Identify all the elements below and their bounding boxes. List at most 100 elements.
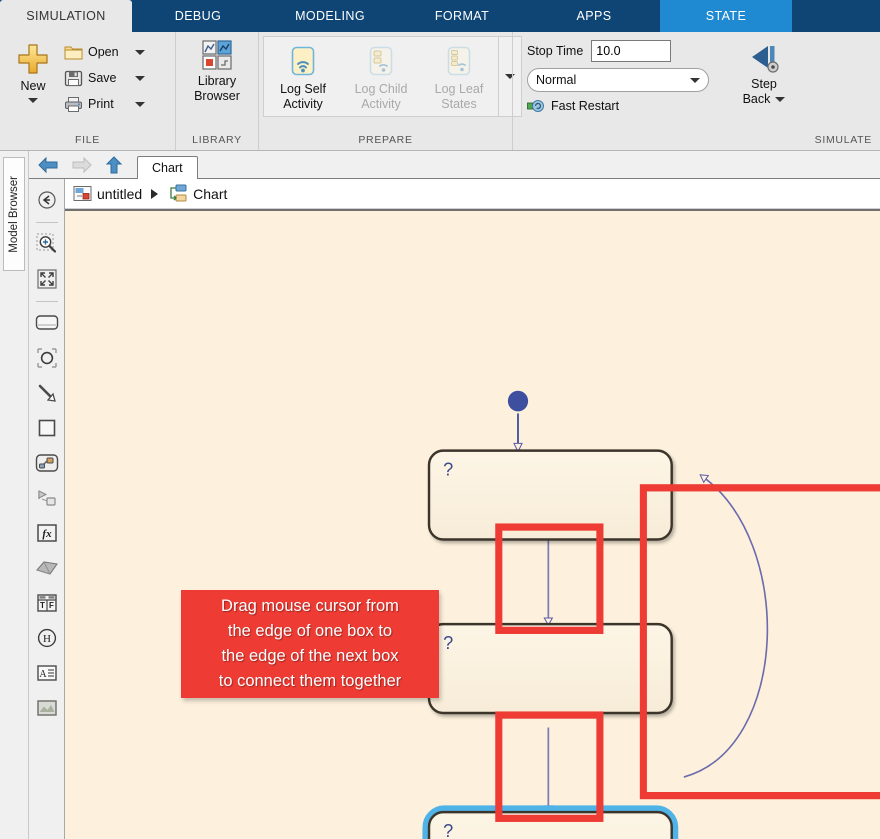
stop-time-input[interactable]: [591, 40, 672, 62]
save-dropdown-caret-icon[interactable]: [135, 75, 145, 81]
main-area: Model Browser Chart fx T F H A untitled …: [0, 151, 880, 839]
step-back-button[interactable]: Step Back: [733, 36, 795, 106]
log-child-activity-button[interactable]: Log Child Activity: [342, 37, 420, 112]
zoom-in-icon[interactable]: [34, 231, 60, 257]
editor-lower: fx T F H A untitled Chart ? ? ? Drag mou…: [29, 179, 880, 839]
fast-restart-button[interactable]: Fast Restart: [527, 98, 723, 114]
ribbon-group-simulate: Stop Time Normal: [512, 32, 880, 150]
log-self-activity-line1: Log Self: [280, 82, 326, 96]
breadcrumb-item-untitled[interactable]: untitled: [73, 185, 142, 202]
ribbon-group-simulate-label: SIMULATE: [814, 134, 872, 146]
state-icon[interactable]: [34, 310, 60, 336]
truth-table-icon[interactable]: T F: [34, 590, 60, 616]
fast-restart-label: Fast Restart: [551, 99, 620, 113]
graphical-function-icon[interactable]: [34, 450, 60, 476]
tab-simulation[interactable]: SIMULATION: [0, 0, 132, 32]
svg-text:fx: fx: [42, 528, 52, 540]
step-back-dropdown-caret-icon[interactable]: [775, 96, 786, 102]
tab-format[interactable]: FORMAT: [396, 0, 528, 32]
chevron-down-icon: [690, 77, 700, 83]
default-transition-dot: [507, 390, 529, 412]
tab-debug[interactable]: DEBUG: [132, 0, 264, 32]
ribbon-group-library: Library Browser LIBRARY: [175, 32, 258, 150]
simulation-mode-value: Normal: [536, 73, 577, 87]
palette-divider-2: [35, 301, 58, 302]
matlab-function-icon[interactable]: fx: [34, 520, 60, 546]
chart-canvas[interactable]: ? ? ? Drag mouse cursor from the edge of…: [65, 209, 880, 839]
log-leaf-states-line2: States: [441, 97, 477, 111]
log-self-activity-label: Log Self Activity: [280, 82, 326, 112]
step-back-line2-row: Back: [743, 92, 786, 106]
chart-icon: [167, 184, 188, 203]
default-transition[interactable]: [507, 390, 529, 453]
library-browser-button[interactable]: Library Browser: [182, 38, 252, 104]
ribbon-group-file-label: FILE: [75, 134, 100, 146]
editor-navbar: Chart: [29, 151, 880, 179]
back-arrow-icon[interactable]: [37, 156, 59, 174]
box-icon[interactable]: [34, 415, 60, 441]
breadcrumb-item-chart[interactable]: Chart: [167, 184, 227, 203]
model-browser-tab[interactable]: Model Browser: [3, 157, 25, 271]
new-button[interactable]: New: [6, 38, 60, 103]
ribbon-group-prepare: Log Self Activity Log Child Activity Log…: [258, 32, 522, 150]
annotation-icon[interactable]: A: [34, 660, 60, 686]
library-browser-line2: Browser: [194, 89, 240, 103]
up-arrow-icon[interactable]: [105, 155, 123, 175]
print-dropdown-caret-icon[interactable]: [135, 101, 145, 107]
ribbon-group-prepare-label: PREPARE: [358, 134, 413, 146]
callout-line-1: Drag mouse cursor from: [221, 597, 399, 615]
callout-line-4: to connect them together: [218, 672, 402, 690]
open-button[interactable]: Open: [64, 41, 145, 63]
highlight-edge-connection-2: [495, 711, 604, 822]
print-button-label: Print: [88, 97, 114, 111]
image-icon[interactable]: [34, 695, 60, 721]
tab-modeling[interactable]: MODELING: [264, 0, 396, 32]
log-leaf-states-line1: Log Leaf: [434, 82, 484, 96]
new-button-label: New: [20, 79, 46, 93]
prepare-panel: Log Self Activity Log Child Activity Log…: [263, 36, 522, 117]
svg-text:A: A: [39, 669, 47, 680]
breadcrumb: untitled Chart: [65, 179, 880, 209]
canvas-column: untitled Chart ? ? ? Drag mouse cursor f…: [65, 179, 880, 839]
printer-icon: [64, 96, 83, 113]
navigate-back-icon[interactable]: [34, 187, 60, 213]
callout-line-2: the edge of one box to: [227, 622, 393, 640]
save-button[interactable]: Save: [64, 67, 145, 89]
svg-text:F: F: [49, 601, 54, 610]
instruction-callout-text: Drag mouse cursor from the edge of one b…: [213, 594, 408, 694]
log-self-activity-button[interactable]: Log Self Activity: [264, 37, 342, 112]
model-browser-label: Model Browser: [8, 175, 20, 253]
stop-time-label: Stop Time: [527, 44, 584, 58]
forward-arrow-icon[interactable]: [71, 156, 93, 174]
highlight-loop-region: [639, 484, 880, 800]
step-back-icon: [747, 42, 781, 74]
new-dropdown-caret-icon[interactable]: [28, 98, 38, 103]
default-transition-icon[interactable]: [34, 380, 60, 406]
history-junction-icon[interactable]: [34, 345, 60, 371]
ribbon-group-file: New Open Save Print FILE: [0, 32, 175, 150]
open-dropdown-caret-icon[interactable]: [135, 49, 145, 55]
simulink-state-icon[interactable]: [34, 555, 60, 581]
history-junction-circle-icon[interactable]: H: [34, 625, 60, 651]
chart-tab-label: Chart: [152, 161, 183, 175]
log-leaf-states-button[interactable]: Log Leaf States: [420, 37, 498, 112]
chart-tab[interactable]: Chart: [137, 156, 198, 179]
simulation-mode-select[interactable]: Normal: [527, 68, 709, 92]
transition-state3-state1[interactable]: [683, 474, 769, 778]
log-child-activity-line2: Activity: [361, 97, 401, 111]
state-box-3[interactable]: ?: [422, 805, 679, 839]
fit-to-view-icon[interactable]: [34, 266, 60, 292]
tab-apps[interactable]: APPS: [528, 0, 660, 32]
floppy-disk-icon: [64, 70, 83, 87]
print-button[interactable]: Print: [64, 93, 145, 115]
callout-line-3: the edge of the next box: [221, 647, 399, 665]
state-1-label: ?: [443, 458, 453, 479]
state-box-2[interactable]: ?: [427, 622, 673, 715]
palette-divider: [35, 222, 58, 223]
log-child-activity-icon: [365, 45, 397, 77]
highlight-edge-connection-1: [495, 523, 604, 634]
simulink-function-icon[interactable]: [34, 485, 60, 511]
log-leaf-states-label: Log Leaf States: [435, 82, 484, 112]
library-browser-icon: [202, 40, 232, 70]
tab-state[interactable]: STATE: [660, 0, 792, 32]
